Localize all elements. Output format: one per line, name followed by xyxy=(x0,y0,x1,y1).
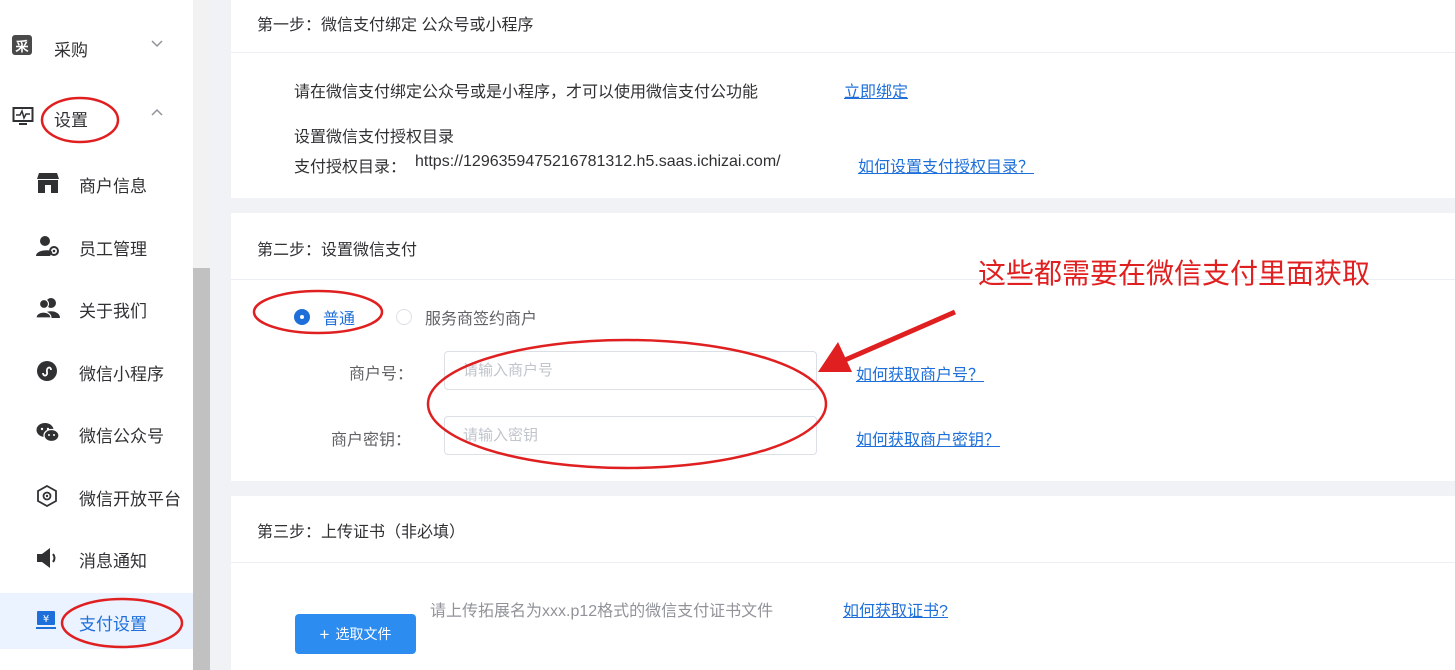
auth-dir-value: https://1296359475216781312.h5.saas.ichi… xyxy=(415,153,781,170)
radio-service-label: 服务商签约商户 xyxy=(425,311,538,328)
user-gear-icon xyxy=(36,235,60,257)
sidebar-item-staff[interactable]: 员工管理 xyxy=(0,220,193,272)
monitor-icon xyxy=(12,105,34,127)
open-platform-icon xyxy=(36,484,60,508)
sidebar-group-label: 采购 xyxy=(54,41,88,60)
sidebar-group-label: 设置 xyxy=(54,111,88,130)
step1-card: 第一步：微信支付绑定 公众号或小程序 请在微信支付绑定公众号或是小程序，才可以使… xyxy=(231,0,1455,198)
bind-instruction: 请在微信支付绑定公众号或是小程序，才可以使用微信支付公功能 xyxy=(294,84,759,101)
step3-header: 第三步：上传证书（非必填） xyxy=(231,496,1455,563)
chevron-up-icon xyxy=(150,106,164,123)
wechat-icon xyxy=(36,422,60,444)
people-icon xyxy=(35,297,60,319)
sidebar-item-notifications[interactable]: 消息通知 xyxy=(0,532,193,584)
sidebar-item-label: 员工管理 xyxy=(79,240,147,259)
step1-title: 第一步：微信支付绑定 公众号或小程序 xyxy=(257,17,534,34)
sidebar-item-label: 支付设置 xyxy=(79,615,147,634)
sidebar-item-label: 微信小程序 xyxy=(79,365,164,384)
auth-dir-label: 支付授权目录： xyxy=(294,159,407,176)
mini-program-icon xyxy=(36,360,60,382)
step2-title: 第二步：设置微信支付 xyxy=(257,242,418,259)
auth-dir-help-link[interactable]: 如何设置支付授权目录？ xyxy=(858,153,1034,177)
sidebar-item-open-platform[interactable]: 微信开放平台 xyxy=(0,470,193,522)
merchant-key-input[interactable] xyxy=(444,416,817,455)
purchase-icon: 采 xyxy=(12,35,34,57)
sidebar-item-mini-program[interactable]: 微信小程序 xyxy=(0,345,193,397)
select-file-button[interactable]: + 选取文件 xyxy=(295,614,416,654)
chevron-down-icon xyxy=(150,36,164,53)
sidebar-item-label: 微信公众号 xyxy=(79,427,164,446)
step1-header: 第一步：微信支付绑定 公众号或小程序 xyxy=(231,0,1455,53)
sidebar-group-settings[interactable]: 设置 xyxy=(0,97,193,137)
radio-normal-dot[interactable] xyxy=(294,309,310,325)
merchant-no-input[interactable] xyxy=(444,351,817,390)
merchant-no-label: 商户号： xyxy=(349,366,414,383)
merchant-key-label: 商户密钥： xyxy=(331,432,412,449)
step3-card: 第三步：上传证书（非必填） 请上传拓展名为xxx.p12格式的微信支付证书文件 … xyxy=(231,496,1455,670)
plus-icon: + xyxy=(319,624,330,644)
merchant-no-help-link[interactable]: 如何获取商户号？ xyxy=(856,361,984,385)
sidebar-group-purchase[interactable]: 采 采购 xyxy=(0,27,193,67)
merchant-key-help-link[interactable]: 如何获取商户密钥？ xyxy=(856,426,1000,450)
radio-service-dot[interactable] xyxy=(396,309,412,325)
store-icon xyxy=(36,172,60,194)
sidebar: 采 采购 设置 商户信息 员工管理 关于我们 微信小程序 微信公众号 微信开放平… xyxy=(0,0,193,670)
step3-title: 第三步：上传证书（非必填） xyxy=(257,524,466,541)
svg-text:¥: ¥ xyxy=(43,614,49,625)
radio-normal-label: 普通 xyxy=(323,311,356,328)
sidebar-scrollbar-thumb[interactable] xyxy=(193,268,210,670)
cert-help-link[interactable]: 如何获取证书? xyxy=(843,597,948,621)
auth-dir-title: 设置微信支付授权目录 xyxy=(294,129,455,146)
sidebar-item-merchant-info[interactable]: 商户信息 xyxy=(0,157,193,209)
payment-icon: ¥ xyxy=(36,610,60,632)
radio-service-provider[interactable]: 服务商签约商户 xyxy=(396,305,537,329)
radio-normal[interactable]: 普通 xyxy=(294,305,355,329)
select-file-label: 选取文件 xyxy=(335,626,392,642)
speaker-icon xyxy=(36,547,60,569)
sidebar-item-wechat-official[interactable]: 微信公众号 xyxy=(0,407,193,459)
sidebar-item-label: 消息通知 xyxy=(79,552,147,571)
sidebar-item-payment-settings[interactable]: ¥ 支付设置 xyxy=(0,593,193,649)
annotation-text: 这些都需要在微信支付里面获取 xyxy=(978,258,1371,289)
sidebar-item-label: 关于我们 xyxy=(79,302,147,321)
bind-now-link[interactable]: 立即绑定 xyxy=(844,78,908,102)
cert-upload-hint: 请上传拓展名为xxx.p12格式的微信支付证书文件 xyxy=(430,603,774,620)
sidebar-item-about[interactable]: 关于我们 xyxy=(0,282,193,334)
sidebar-item-label: 商户信息 xyxy=(79,177,147,196)
sidebar-item-label: 微信开放平台 xyxy=(79,490,181,509)
